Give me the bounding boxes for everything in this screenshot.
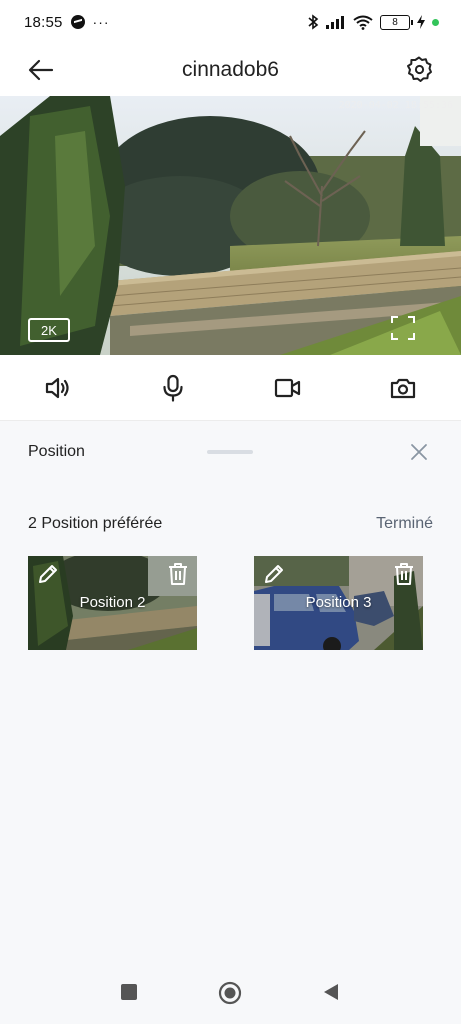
home-icon[interactable] <box>218 981 242 1005</box>
speaker-icon <box>45 377 69 398</box>
close-icon[interactable] <box>409 442 429 462</box>
speaker-button[interactable] <box>0 355 115 420</box>
pencil-icon[interactable] <box>262 562 286 586</box>
camera-icon <box>391 378 416 398</box>
gear-icon[interactable] <box>405 55 433 83</box>
privacy-dot <box>432 18 439 26</box>
camera-live-view[interactable]: 2020-04-02 18:55:36 2K <box>0 96 461 355</box>
signal-icon <box>326 16 344 29</box>
wifi-icon <box>353 15 373 30</box>
camera-controls <box>0 355 461 421</box>
recents-icon[interactable] <box>120 983 138 1001</box>
position-panel: Position 2 Position préférée Terminé Pos… <box>0 421 461 966</box>
preset-card[interactable]: Position 2 <box>28 556 197 650</box>
camera-timestamp: 2020-04-02 18:55:36 <box>338 100 453 111</box>
trash-icon[interactable] <box>393 562 415 586</box>
status-time: 18:55 <box>24 13 63 31</box>
video-camera-icon <box>275 378 301 397</box>
record-button[interactable] <box>231 355 346 420</box>
preset-card[interactable]: Position 3 <box>254 556 423 650</box>
battery-icon: 8 <box>380 14 413 30</box>
back-icon[interactable] <box>322 983 340 1001</box>
messenger-icon <box>70 15 85 29</box>
arrow-left-icon[interactable] <box>26 56 56 84</box>
status-bar: 18:55 ··· 8 <box>0 0 461 44</box>
preset-name: Position 3 <box>305 594 372 611</box>
fullscreen-icon[interactable] <box>390 315 416 341</box>
app-header: cinnadob6 <box>0 44 461 96</box>
preset-name: Position 2 <box>79 594 146 611</box>
done-button[interactable]: Terminé <box>376 515 433 533</box>
microphone-button[interactable] <box>115 355 230 420</box>
quality-2k-button[interactable]: 2K <box>28 318 70 342</box>
page-title: cinnadob6 <box>182 58 279 81</box>
microphone-icon <box>163 374 183 402</box>
trash-icon[interactable] <box>167 562 189 586</box>
system-nav-bar <box>0 966 461 1024</box>
pencil-icon[interactable] <box>36 562 60 586</box>
panel-header: Position <box>0 421 461 483</box>
panel-title: Position <box>28 443 85 460</box>
snapshot-button[interactable] <box>346 355 461 420</box>
more-notifications: ··· <box>92 14 110 30</box>
preset-count-label: 2 Position préférée <box>28 515 163 532</box>
drag-handle[interactable] <box>207 450 253 454</box>
battery-level: 8 <box>392 16 398 28</box>
charging-icon <box>417 15 425 29</box>
bluetooth-icon <box>308 14 319 30</box>
